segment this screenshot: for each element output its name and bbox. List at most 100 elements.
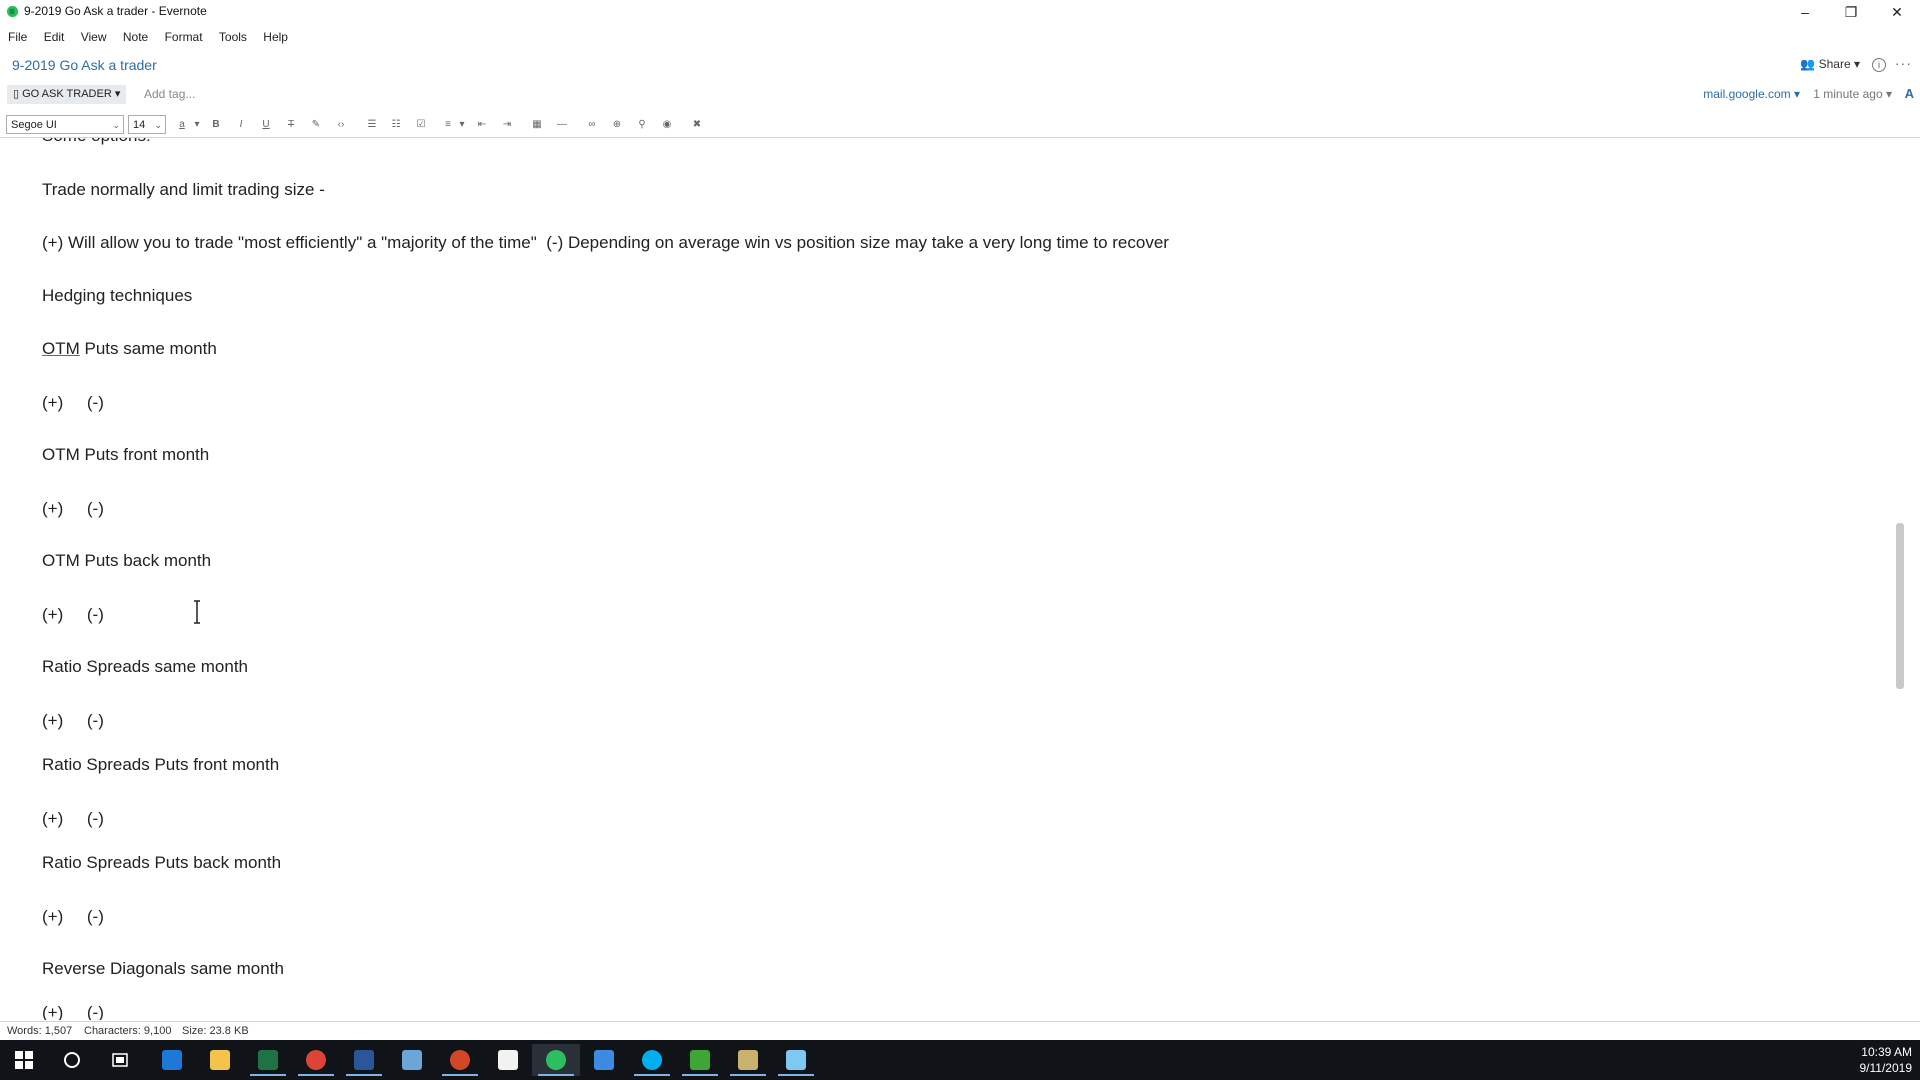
taskbar-notepad[interactable] (388, 1044, 436, 1076)
note-line: (+) (-) (42, 499, 104, 518)
task-view-icon (112, 1053, 128, 1067)
clear-format-icon[interactable]: ✖ (689, 117, 705, 133)
link-icon[interactable]: ∞ (584, 117, 600, 133)
excel-icon (258, 1050, 278, 1070)
attachment-icon[interactable]: ⊕ (609, 117, 625, 133)
font-size-select[interactable]: 14 ⌄ (128, 115, 166, 134)
running-indicator (730, 1074, 766, 1076)
title-bar: 9-2019 Go Ask a trader - Evernote – ❐ ✕ (0, 0, 1920, 24)
menu-format[interactable]: Format (160, 27, 208, 47)
note-line: (+) (-) (42, 809, 104, 828)
taskbar-powerpoint[interactable] (436, 1044, 484, 1076)
note-header: 9-2019 Go Ask a trader 👥 Share ▾ i ··· (0, 55, 1920, 79)
edge-icon (162, 1050, 182, 1070)
window-title: 9-2019 Go Ask a trader - Evernote (24, 4, 207, 18)
more-options-icon[interactable]: ··· (1895, 55, 1912, 71)
chevron-down-icon[interactable]: ▾ (189, 117, 205, 133)
font-style-icon[interactable]: A (1905, 86, 1914, 101)
system-clock[interactable]: 10:39 AM 9/11/2019 (1860, 1044, 1913, 1076)
note-line: Trade normally and limit trading size - (42, 180, 325, 199)
font-family-select[interactable]: Segoe UI ⌄ (6, 115, 124, 134)
taskbar-skype[interactable] (628, 1044, 676, 1076)
running-indicator (682, 1074, 718, 1076)
menu-file[interactable]: File (3, 27, 32, 47)
menu-note[interactable]: Note (118, 27, 153, 47)
checkbox-icon[interactable]: ☑ (413, 117, 429, 133)
menu-bar: File Edit View Note Format Tools Help (0, 27, 293, 47)
note-line: Ratio Spreads same month (42, 657, 248, 676)
source-url[interactable]: mail.google.com ▾ (1703, 87, 1800, 101)
code-icon[interactable]: ‹› (333, 117, 349, 133)
snowflake-icon (786, 1050, 806, 1070)
people-icon: 👥 (1800, 57, 1816, 71)
note-editor[interactable]: Some options: Trade normally and limit t… (0, 138, 1905, 1020)
notebook-selector[interactable]: ▯ GO ASK TRADER ▾ (7, 85, 127, 104)
numbered-list-icon[interactable]: ☷ (388, 117, 404, 133)
note-line: (+) (-) (42, 393, 104, 412)
record-audio-icon[interactable]: ◉ (659, 117, 675, 133)
add-tag-input[interactable]: Add tag... (144, 87, 195, 101)
chevron-down-icon: ⌄ (154, 120, 162, 130)
note-line: OTM Puts back month (42, 551, 212, 570)
horizontal-rule-icon[interactable]: — (554, 117, 570, 133)
share-label: Share (1818, 57, 1851, 71)
outdent-icon[interactable]: ⇤ (474, 117, 490, 133)
text-color-icon[interactable]: a (174, 117, 190, 133)
italic-icon[interactable]: I (233, 117, 249, 133)
menu-help[interactable]: Help (258, 27, 293, 47)
chevron-down-icon: ▾ (1853, 57, 1860, 71)
app-icon (738, 1050, 758, 1070)
taskbar-app[interactable] (724, 1044, 772, 1076)
menu-view[interactable]: View (76, 27, 112, 47)
note-line: Hedging techniques (42, 286, 193, 305)
clock-time: 10:39 AM (1861, 1045, 1912, 1059)
tag-row: ▯ GO ASK TRADER ▾ Add tag... mail.google… (0, 84, 1920, 106)
search-button[interactable] (48, 1044, 96, 1076)
text-cursor-icon (194, 600, 200, 624)
taskbar-file-explorer[interactable] (196, 1044, 244, 1076)
info-icon[interactable]: i (1872, 58, 1886, 72)
note-line: Ratio Spreads Puts front month (42, 755, 280, 774)
running-indicator (298, 1074, 334, 1076)
chevron-down-icon: ▾ (1885, 87, 1892, 101)
menu-edit[interactable]: Edit (39, 27, 70, 47)
bulleted-list-icon[interactable]: ☰ (364, 117, 380, 133)
vertical-scrollbar[interactable] (1896, 523, 1904, 689)
taskbar-word[interactable] (340, 1044, 388, 1076)
highlight-icon[interactable]: ✎ (308, 117, 324, 133)
updated-time[interactable]: 1 minute ago ▾ (1813, 87, 1892, 101)
store-icon (498, 1050, 518, 1070)
powerpoint-icon (450, 1050, 470, 1070)
minimize-button[interactable]: – (1782, 0, 1828, 24)
start-button[interactable] (0, 1044, 48, 1076)
running-indicator (538, 1074, 574, 1076)
taskbar-edge[interactable] (148, 1044, 196, 1076)
indent-icon[interactable]: ⇥ (499, 117, 515, 133)
clock-date: 9/11/2019 (1859, 1061, 1913, 1075)
taskbar-snowflake[interactable] (772, 1044, 820, 1076)
table-icon[interactable]: ▦ (529, 117, 545, 133)
close-button[interactable]: ✕ (1874, 0, 1920, 24)
share-button[interactable]: 👥 Share ▾ (1800, 57, 1860, 71)
underline-icon[interactable]: U (258, 117, 274, 133)
taskbar-chrome[interactable] (292, 1044, 340, 1076)
strikethrough-icon[interactable]: T (283, 117, 299, 133)
note-title[interactable]: 9-2019 Go Ask a trader (12, 57, 157, 73)
format-toolbar: Segoe UI ⌄ 14 ⌄ a ▾ B I U T ✎ ‹› ☰ ☷ ☑ ≡… (0, 113, 1920, 138)
task-view-button[interactable] (96, 1044, 144, 1076)
font-family-value: Segoe UI (11, 119, 57, 131)
taskbar-thinkorswim[interactable] (676, 1044, 724, 1076)
menu-tools[interactable]: Tools (214, 27, 252, 47)
taskbar-todo[interactable] (580, 1044, 628, 1076)
notebook-icon: ▯ (13, 88, 20, 100)
taskbar-evernote[interactable] (532, 1044, 580, 1076)
file-explorer-icon (210, 1050, 230, 1070)
chevron-down-icon[interactable]: ▾ (454, 117, 470, 133)
bold-icon[interactable]: B (208, 117, 224, 133)
maximize-button[interactable]: ❐ (1828, 0, 1874, 24)
note-line: (+) (-) (42, 1003, 104, 1020)
taskbar-store[interactable] (484, 1044, 532, 1076)
taskbar-excel[interactable] (244, 1044, 292, 1076)
encrypt-icon[interactable]: ⚲ (634, 117, 650, 133)
chevron-down-icon: ⌄ (112, 120, 120, 130)
